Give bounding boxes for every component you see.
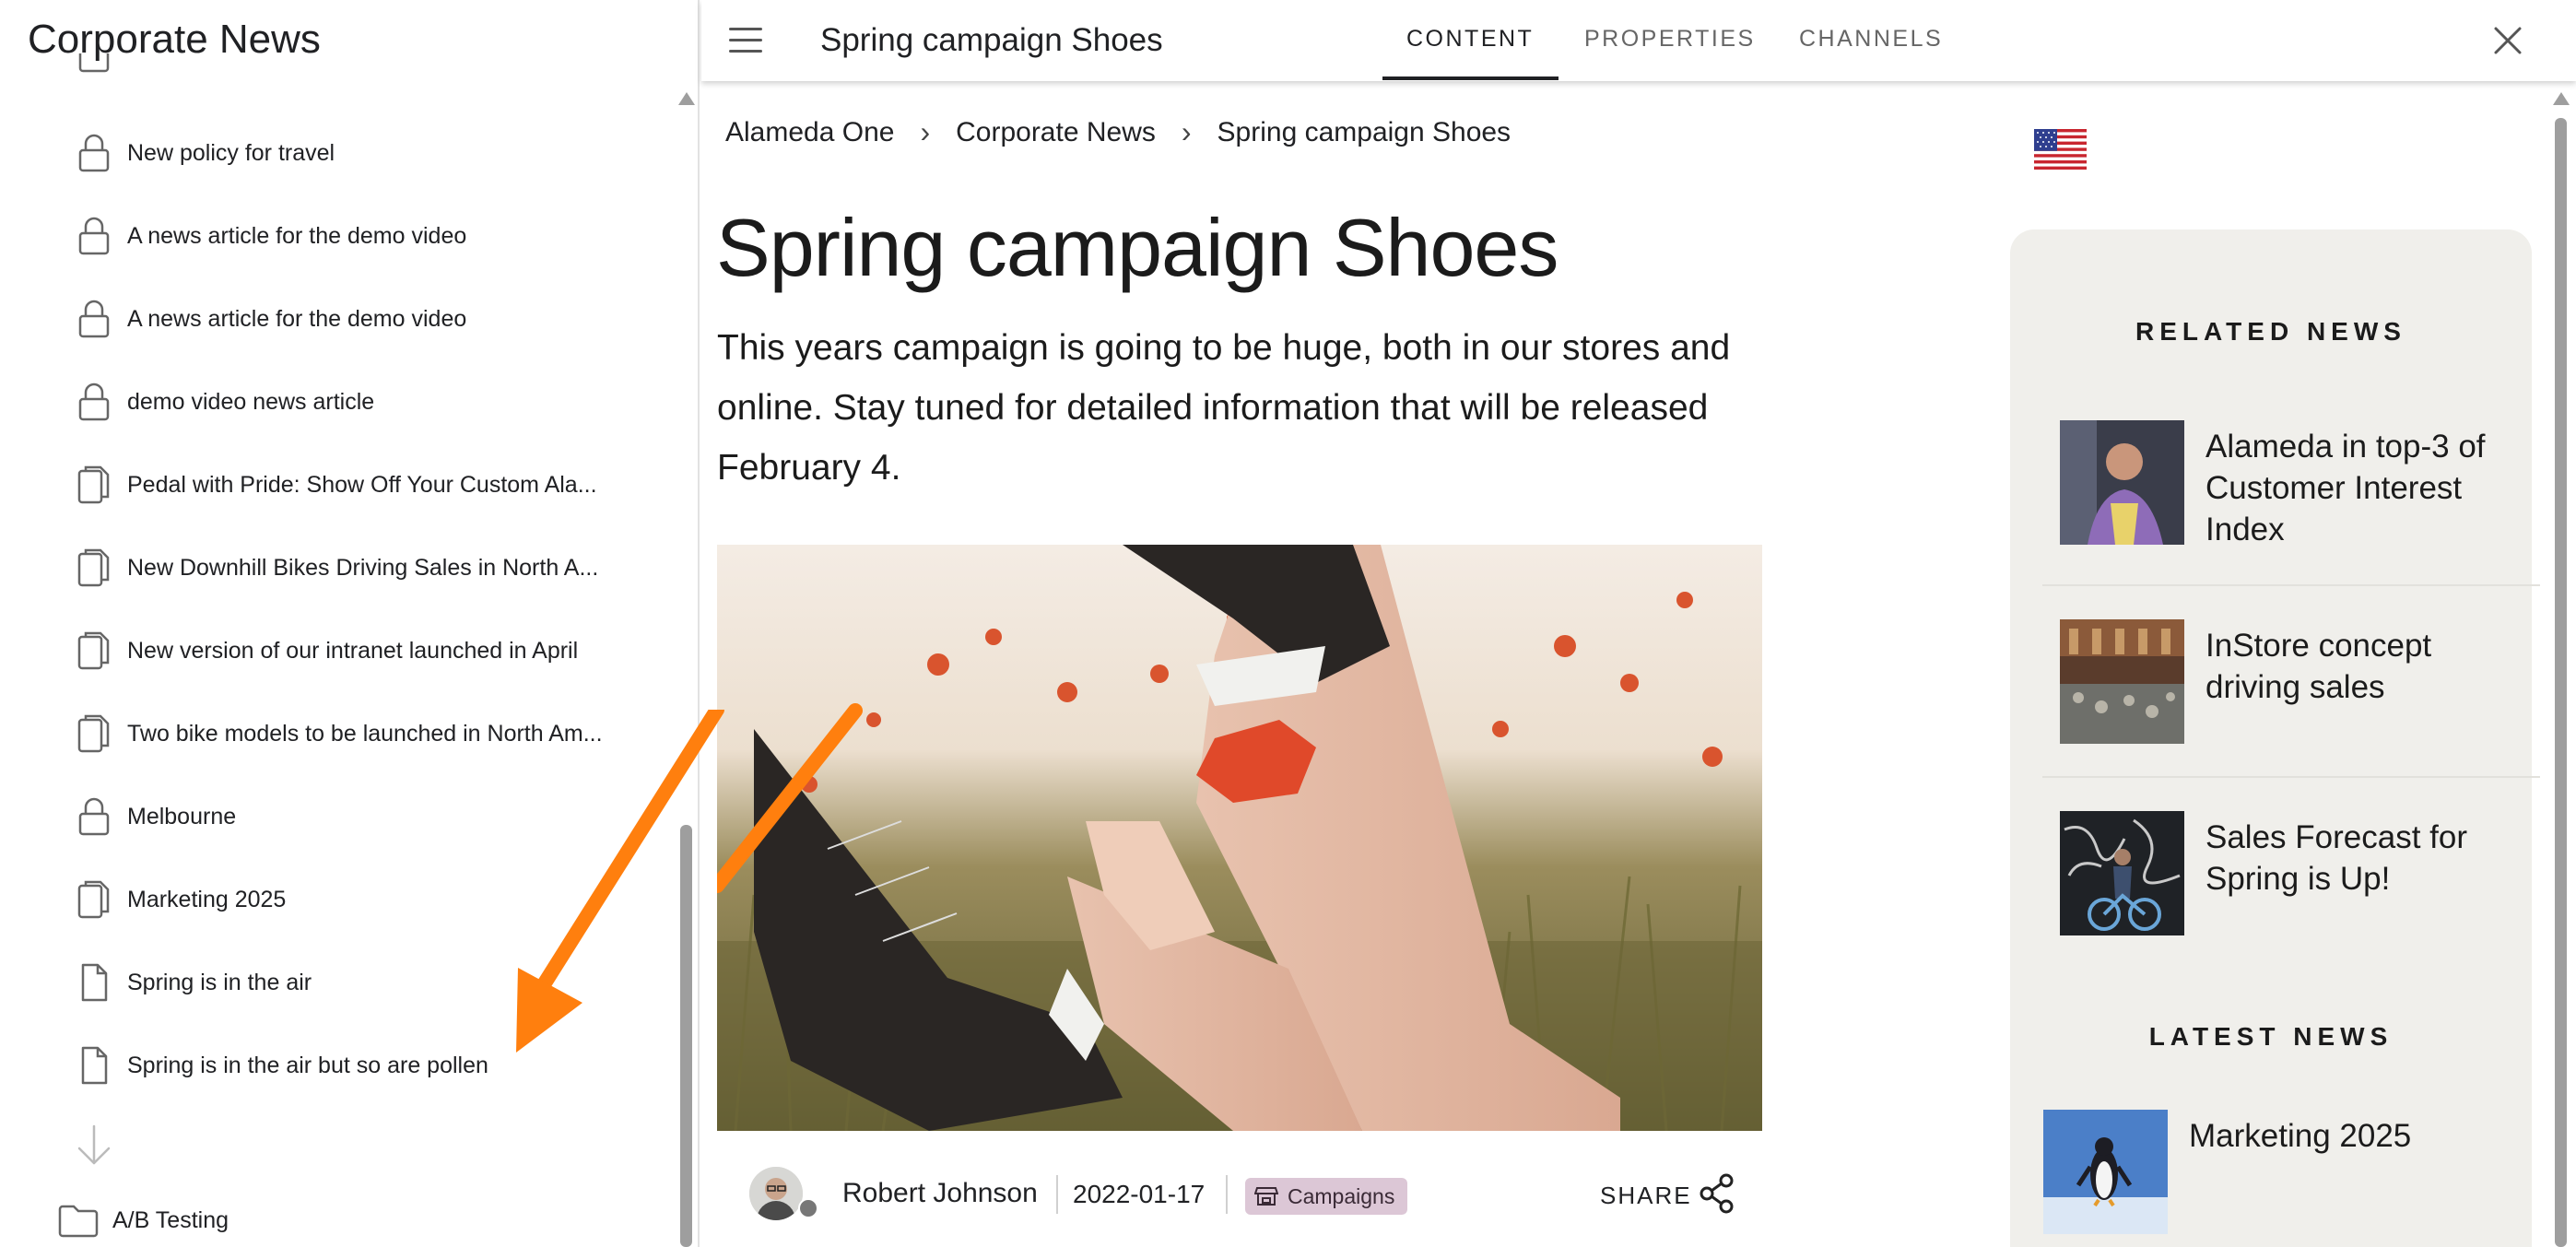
tree-item-label: Pedal with Pride: Show Off Your Custom A… xyxy=(127,471,597,498)
close-icon[interactable] xyxy=(2491,24,2524,57)
lock-icon xyxy=(74,129,114,177)
share-icon[interactable] xyxy=(1698,1172,1736,1215)
tree-item-label: demo video news article xyxy=(127,388,375,415)
tree-item-label: A news article for the demo video xyxy=(127,222,467,249)
remove-icon[interactable] xyxy=(798,1198,818,1218)
editor-header: Spring campaign Shoes CONTENT PROPERTIES… xyxy=(701,0,2576,81)
folder-label: A/B Testing xyxy=(112,1206,229,1233)
active-tab-indicator xyxy=(1382,76,1559,80)
category-chip[interactable]: Campaigns xyxy=(1245,1178,1408,1215)
news-title: Marketing 2025 xyxy=(2189,1118,2412,1154)
divider xyxy=(2042,584,2540,586)
page-icon xyxy=(74,959,114,1006)
tree-item-partial[interactable] xyxy=(74,53,127,90)
news-thumbnail xyxy=(2060,420,2184,545)
breadcrumb-item[interactable]: Spring campaign Shoes xyxy=(1217,117,1511,148)
news-sidebar: RELATED NEWS Alameda in top-3 of Custome… xyxy=(2010,229,2540,1247)
share-label[interactable]: SHARE xyxy=(1600,1182,1692,1210)
main-scrollbar[interactable] xyxy=(2555,118,2567,1247)
tree-item[interactable]: Spring is in the air xyxy=(74,955,312,1010)
tree-item[interactable]: Pedal with Pride: Show Off Your Custom A… xyxy=(74,457,597,512)
tree-item[interactable]: Spring is in the air but so are pollen xyxy=(74,1038,488,1093)
tree-item[interactable]: New Downhill Bikes Driving Sales in Nort… xyxy=(74,540,598,595)
article-title[interactable]: Spring campaign Shoes xyxy=(716,201,1559,295)
pages-icon xyxy=(74,544,114,592)
tree-item-label: Spring is in the air xyxy=(127,969,312,995)
tree-item-label: New policy for travel xyxy=(127,139,335,166)
tree-item[interactable]: New policy for travel xyxy=(74,125,335,181)
tree-item-label: New Downhill Bikes Driving Sales in Nort… xyxy=(127,554,599,581)
tab-channels[interactable]: CHANNELS xyxy=(1799,26,1943,53)
us-flag-icon[interactable] xyxy=(2034,129,2087,170)
page-icon xyxy=(74,1041,114,1089)
lock-icon xyxy=(74,378,114,426)
divider xyxy=(1056,1175,1058,1214)
author-name: Robert Johnson xyxy=(842,1178,1038,1208)
tab-properties[interactable]: PROPERTIES xyxy=(1584,26,1756,53)
breadcrumb: Alameda One › Corporate News › Spring ca… xyxy=(725,115,1511,149)
divider xyxy=(2042,776,2540,778)
breadcrumb-item[interactable]: Alameda One xyxy=(725,117,894,148)
folder-icon xyxy=(58,1205,99,1238)
news-thumbnail xyxy=(2060,619,2184,744)
hamburger-menu-icon[interactable] xyxy=(729,28,762,53)
hero-image[interactable] xyxy=(717,545,1762,1131)
left-tree-panel: Corporate News New policy for travel A n… xyxy=(0,0,700,1247)
breadcrumb-item[interactable]: Corporate News xyxy=(956,117,1156,148)
lock-icon xyxy=(74,793,114,841)
author-avatar[interactable] xyxy=(749,1167,803,1220)
lock-icon xyxy=(74,295,114,343)
pages-icon xyxy=(74,876,114,923)
divider xyxy=(1226,1175,1228,1214)
news-thumbnail xyxy=(2060,811,2184,935)
tree-item[interactable]: New version of our intranet launched in … xyxy=(74,623,578,678)
pages-icon xyxy=(74,627,114,675)
publish-date: 2022-01-17 xyxy=(1073,1180,1206,1208)
tab-content[interactable]: CONTENT xyxy=(1406,26,1534,53)
folder-item-ab-testing[interactable]: A/B Testing xyxy=(57,1196,229,1244)
pages-icon xyxy=(74,461,114,509)
related-news-item[interactable]: Sales Forecast for Spring is Up! xyxy=(2042,811,2531,1005)
tree-item-label: Marketing 2025 xyxy=(127,886,287,912)
tree-item-label: New version of our intranet launched in … xyxy=(127,637,579,664)
news-title: Alameda in top-3 of Customer Interest In… xyxy=(2205,429,2486,547)
tree-item-label: Melbourne xyxy=(127,803,237,829)
latest-news-heading: LATEST NEWS xyxy=(2148,1022,2394,1051)
header-title: Spring campaign Shoes xyxy=(820,22,1163,58)
pages-icon xyxy=(74,710,114,758)
tree-item-label: Spring is in the air but so are pollen xyxy=(127,1052,488,1078)
tree-item[interactable]: Marketing 2025 xyxy=(74,872,286,927)
scroll-up-arrow[interactable] xyxy=(678,92,695,105)
article-lead[interactable]: This years campaign is going to be huge,… xyxy=(717,318,1777,498)
related-news-heading: RELATED NEWS xyxy=(2135,317,2406,346)
tree-item[interactable]: Melbourne xyxy=(74,789,236,844)
annotation-arrow xyxy=(516,710,724,1053)
tree-item-label: A news article for the demo video xyxy=(127,305,467,332)
news-title: Sales Forecast for Spring is Up! xyxy=(2205,819,2467,897)
related-news-item[interactable]: InStore concept driving sales xyxy=(2042,619,2531,813)
lock-icon xyxy=(74,53,114,77)
news-title: InStore concept driving sales xyxy=(2205,628,2432,705)
tree-item[interactable]: A news article for the demo video xyxy=(74,208,466,264)
scroll-up-arrow[interactable] xyxy=(2553,92,2570,105)
store-icon xyxy=(1254,1187,1278,1206)
latest-news-item[interactable]: Marketing 2025 xyxy=(2026,1110,2514,1247)
tree-item[interactable]: demo video news article xyxy=(74,374,374,429)
left-panel-title: Corporate News xyxy=(28,17,321,62)
breadcrumb-separator-icon: › xyxy=(920,115,931,148)
tree-item[interactable]: A news article for the demo video xyxy=(74,291,466,347)
news-thumbnail xyxy=(2043,1110,2168,1234)
breadcrumb-separator-icon: › xyxy=(1181,115,1192,148)
category-label: Campaigns xyxy=(1288,1183,1395,1208)
lock-icon xyxy=(74,212,114,260)
arrow-down-icon[interactable] xyxy=(74,1123,114,1169)
